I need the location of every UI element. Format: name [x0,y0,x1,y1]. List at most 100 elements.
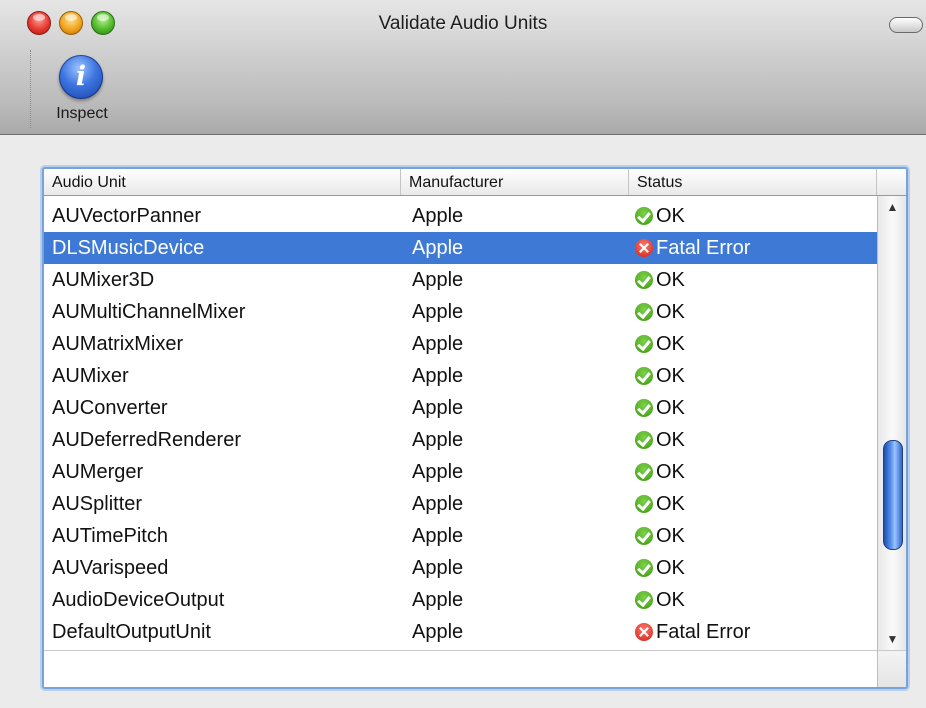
vertical-scrollbar[interactable]: ▲ ▼ [877,196,906,650]
status-cell: OK [635,456,685,488]
audio-units-table[interactable]: Audio Unit Manufacturer Status AUVectorP… [42,167,908,689]
info-icon: i [59,55,103,99]
status-text: OK [656,589,685,611]
manufacturer-name: Apple [412,365,464,387]
status-text: Fatal Error [656,237,751,259]
manufacturer-name: Apple [412,269,464,291]
status-cell: OK [635,264,685,296]
status-cell: OK [635,200,685,232]
table-row[interactable]: AUConverter Apple OK [44,392,877,424]
status-cell: Fatal Error [635,616,750,648]
manufacturer-name: Apple [412,429,464,451]
status-cell: OK [635,520,685,552]
status-text: OK [656,365,685,387]
title-bar: Validate Audio Units i Inspect [0,0,926,135]
audio-unit-name: AUMerger [52,461,144,483]
checkmark-icon [635,207,653,225]
manufacturer-name: Apple [412,557,464,579]
audio-unit-name: AUSplitter [52,493,143,515]
status-cell: OK [635,360,685,392]
status-text: Fatal Error [656,621,751,643]
audio-unit-name: AUMixer [52,365,129,387]
table-row[interactable]: AUDeferredRenderer Apple OK [44,424,877,456]
scroll-corner [877,651,906,687]
status-cell: OK [635,552,685,584]
manufacturer-name: Apple [412,205,464,227]
table-row[interactable]: DLSMusicDevice Apple Fatal Error [44,232,877,264]
toolbar-separator [30,50,31,128]
manufacturer-name: Apple [412,397,464,419]
header-corner [877,169,906,195]
scroll-up-arrow-icon[interactable]: ▲ [878,196,906,218]
column-header-status[interactable]: Status [629,169,877,195]
checkmark-icon [635,463,653,481]
status-text: OK [656,269,685,291]
status-text: OK [656,557,685,579]
audio-unit-name: AUMatrixMixer [52,333,184,355]
checkmark-icon [635,271,653,289]
manufacturer-name: Apple [412,493,464,515]
manufacturer-name: Apple [412,461,464,483]
manufacturer-name: Apple [412,589,464,611]
audio-unit-name: DefaultOutputUnit [52,621,211,643]
table-row[interactable]: AUMerger Apple OK [44,456,877,488]
audio-unit-name: AUDeferredRenderer [52,429,241,451]
table-row[interactable]: AUTimePitch Apple OK [44,520,877,552]
status-cell: OK [635,424,685,456]
table-row[interactable]: AUSplitter Apple OK [44,488,877,520]
error-x-icon [635,239,653,257]
checkmark-icon [635,431,653,449]
scroll-down-arrow-icon[interactable]: ▼ [878,628,906,650]
scroll-thumb[interactable] [883,440,903,550]
checkmark-icon [635,335,653,353]
window-title: Validate Audio Units [378,13,548,34]
audio-unit-name: AUVectorPanner [52,205,201,227]
table-body: AUVectorPanner Apple OK DLSMusicDevice Apple… [44,196,877,650]
table-row[interactable]: AUMatrixMixer Apple OK [44,328,877,360]
toolbar-toggle-button[interactable] [889,17,923,33]
status-cell: OK [635,296,685,328]
checkmark-icon [635,495,653,513]
audio-unit-name: AUVarispeed [52,557,169,579]
status-text: OK [656,333,685,355]
table-row[interactable]: AUMultiChannelMixer Apple OK [44,296,877,328]
validate-audio-units-window: Validate Audio Units i Inspect Audio Uni… [0,0,926,708]
audio-unit-name: AUConverter [52,397,168,419]
checkmark-icon [635,527,653,545]
audio-unit-name: AudioDeviceOutput [52,589,225,611]
manufacturer-name: Apple [412,333,464,355]
status-cell: OK [635,392,685,424]
checkmark-icon [635,399,653,417]
inspect-button[interactable]: i Inspect [44,52,120,128]
manufacturer-name: Apple [412,301,464,323]
empty-row [44,651,877,687]
table-empty-area [44,650,906,687]
column-header-manufacturer[interactable]: Manufacturer [401,169,629,195]
status-text: OK [656,397,685,419]
manufacturer-name: Apple [412,621,464,643]
error-x-icon [635,623,653,641]
status-text: OK [656,429,685,451]
manufacturer-name: Apple [412,525,464,547]
checkmark-icon [635,591,653,609]
status-cell: OK [635,584,685,616]
audio-unit-name: AUMixer3D [52,269,155,291]
column-header-audio-unit[interactable]: Audio Unit [44,169,401,195]
table-row[interactable]: AUVarispeed Apple OK [44,552,877,584]
status-cell: Fatal Error [635,232,750,264]
audio-unit-name: AUMultiChannelMixer [52,301,246,323]
manufacturer-name: Apple [412,237,464,259]
status-text: OK [656,525,685,547]
checkmark-icon [635,559,653,577]
status-cell: OK [635,488,685,520]
table-row[interactable]: DefaultOutputUnit Apple Fatal Error [44,616,877,648]
table-row[interactable]: AUVectorPanner Apple OK [44,200,877,232]
table-header: Audio Unit Manufacturer Status [44,169,906,196]
table-row[interactable]: AudioDeviceOutput Apple OK [44,584,877,616]
audio-unit-name: AUTimePitch [52,525,168,547]
status-text: OK [656,301,685,323]
status-text: OK [656,461,685,483]
status-text: OK [656,493,685,515]
table-row[interactable]: AUMixer Apple OK [44,360,877,392]
table-row[interactable]: AUMixer3D Apple OK [44,264,877,296]
